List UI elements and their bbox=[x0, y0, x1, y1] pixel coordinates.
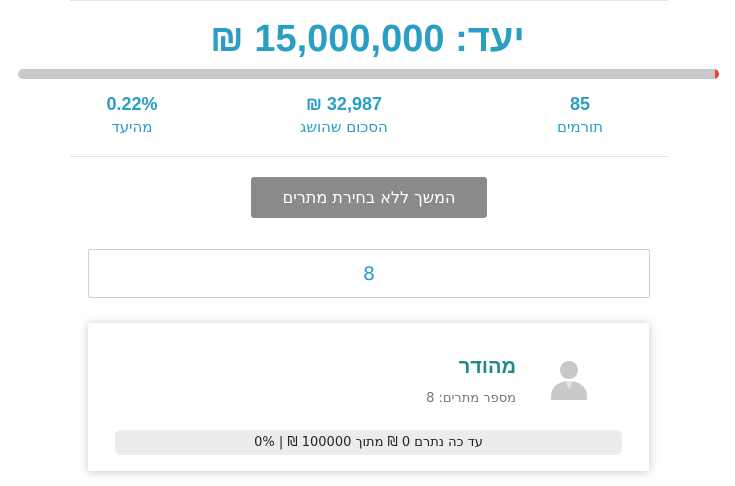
top-divider bbox=[70, 0, 668, 1]
fundraiser-card[interactable]: מהודר מספר מתרים: 8 עד כה נתרם 0 ₪ מתוך … bbox=[88, 323, 649, 471]
raised-amount: 32,987 ₪ bbox=[306, 94, 382, 114]
stat-percent: 0.22% מהיעד bbox=[52, 92, 212, 138]
donors-label: תורמים bbox=[557, 118, 603, 136]
fundraiser-name: מהודר bbox=[458, 356, 516, 378]
stat-donors: 85 תורמים bbox=[500, 92, 660, 138]
user-silhouette-icon bbox=[547, 356, 591, 400]
stats-divider bbox=[70, 156, 668, 157]
fundraiser-count-label: מספר מתרים: bbox=[438, 391, 516, 406]
stats-row: 85 תורמים 32,987 ₪ הסכום שהושג 0.22% מהי… bbox=[70, 92, 668, 150]
fundraiser-search-input[interactable] bbox=[88, 249, 650, 298]
continue-without-fundraiser-button[interactable]: המשך ללא בחירת מתרים bbox=[251, 177, 487, 218]
goal-title: יעד: 15,000,000 ₪ bbox=[210, 18, 525, 60]
goal-progress-fill bbox=[714, 69, 719, 79]
percent-label: מהיעד bbox=[111, 118, 153, 136]
fundraiser-count-value: 8 bbox=[426, 391, 435, 406]
donors-count: 85 bbox=[569, 94, 591, 114]
fundraiser-progress-bar: עד כה נתרם 0 ₪ מתוך 100000 ₪ | 0% bbox=[115, 430, 622, 455]
fundraiser-progress-text: עד כה נתרם 0 ₪ מתוך 100000 ₪ | 0% bbox=[254, 435, 483, 450]
goal-progress-bar bbox=[18, 69, 719, 79]
fundraiser-count: מספר מתרים: 8 bbox=[426, 389, 516, 409]
stat-raised: 32,987 ₪ הסכום שהושג bbox=[264, 92, 424, 138]
fundraising-page: יעד: 15,000,000 ₪ 85 תורמים 32,987 ₪ הסכ… bbox=[0, 0, 735, 486]
raised-label: הסכום שהושג bbox=[300, 118, 388, 136]
percent-value: 0.22% bbox=[106, 94, 158, 114]
